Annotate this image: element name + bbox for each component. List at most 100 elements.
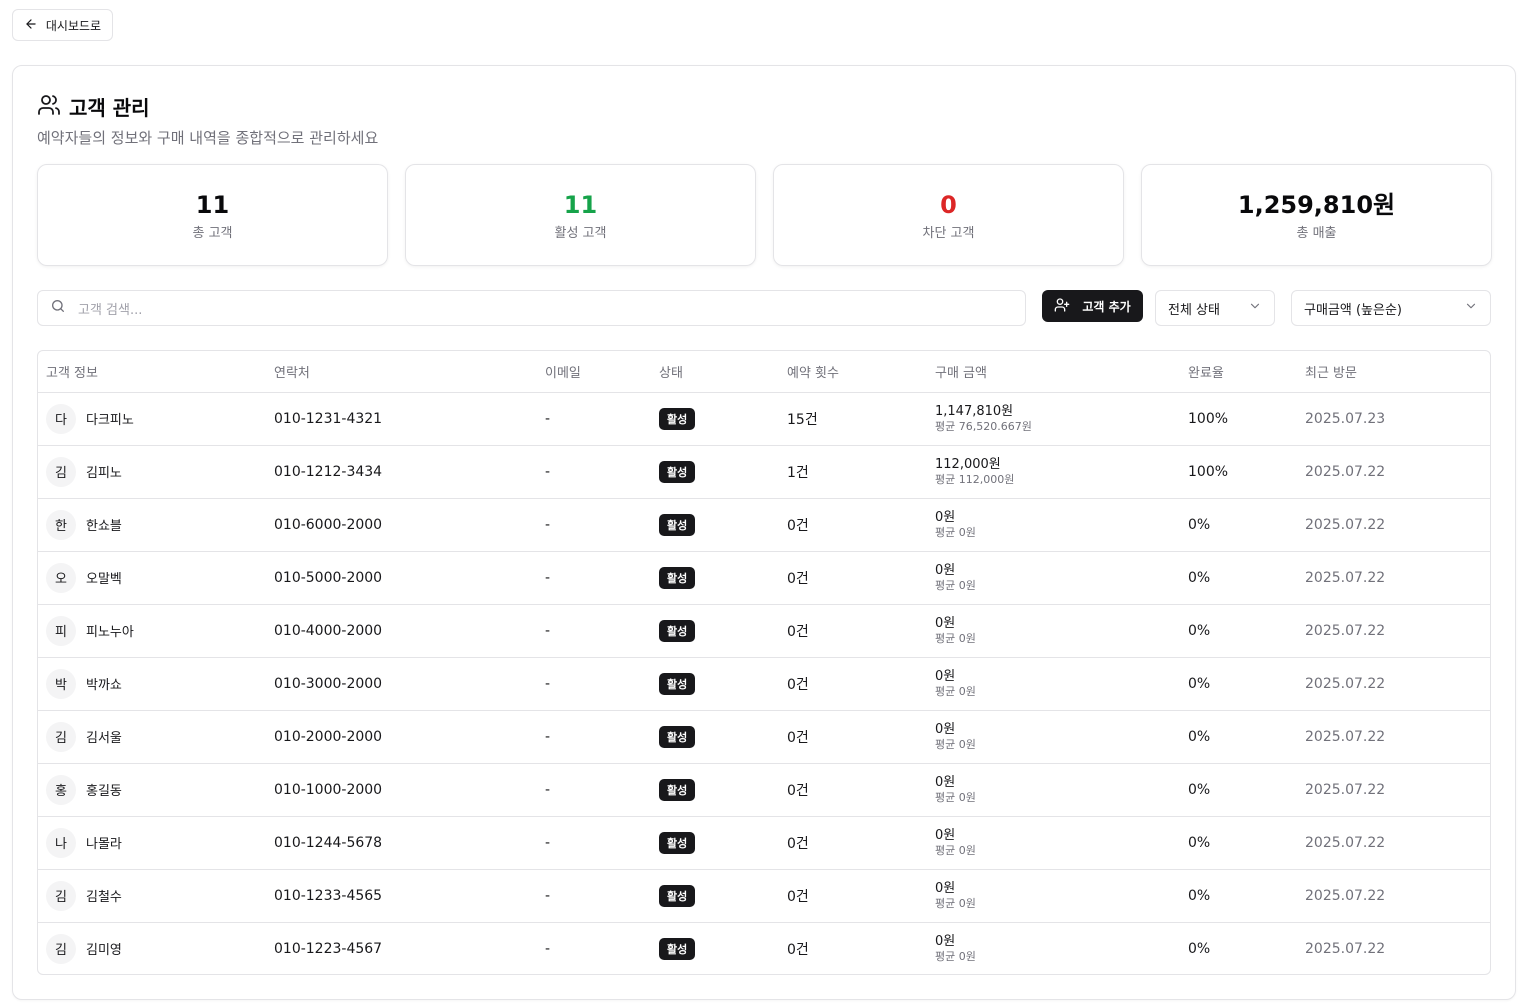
customer-info-cell: 다 다크피노 bbox=[38, 392, 266, 446]
status-filter-select[interactable]: 전체 상태 bbox=[1155, 290, 1275, 326]
customer-info-cell: 나 나몰라 bbox=[38, 816, 266, 870]
purchase-average: 평균 0원 bbox=[935, 526, 976, 539]
avatar: 오 bbox=[46, 562, 76, 593]
status-badge: 활성 bbox=[659, 513, 696, 536]
purchase-amount: 0원 bbox=[935, 828, 956, 843]
table-row[interactable]: 한 한쇼블 010-6000-2000- 활성 0건 0원 평균 0원 0% 2025.07.2… bbox=[38, 498, 1490, 552]
purchase-average: 평균 112,000원 bbox=[935, 473, 1015, 486]
last-visit-cell: 2025.07.22 bbox=[1297, 869, 1490, 923]
column-header[interactable]: 이메일 bbox=[537, 351, 651, 393]
avatar: 김 bbox=[46, 880, 76, 911]
purchase-amount-cell: 112,000원 평균 112,000원 bbox=[927, 445, 1180, 499]
column-header[interactable]: 최근 방문 bbox=[1297, 351, 1490, 393]
table-row[interactable]: 홍 홍길동 010-1000-2000- 활성 0건 0원 평균 0원 0% 2025.07.2… bbox=[38, 763, 1490, 817]
completion-rate-cell: 0% bbox=[1180, 763, 1297, 817]
table-row[interactable]: 김 김철수 010-1233-4565- 활성 0건 0원 평균 0원 0% 2025.07.2… bbox=[38, 869, 1490, 923]
purchase-amount-cell: 0원 평균 0원 bbox=[927, 763, 1180, 817]
column-header[interactable]: 완료율 bbox=[1180, 351, 1297, 393]
column-header[interactable]: 연락처 bbox=[266, 351, 537, 393]
table-row[interactable]: 나 나몰라 010-1244-5678- 활성 0건 0원 평균 0원 0% 2025.07.2… bbox=[38, 816, 1490, 870]
avatar: 김 bbox=[46, 933, 76, 964]
purchase-amount-cell: 0원 평균 0원 bbox=[927, 604, 1180, 658]
purchase-amount: 112,000원 bbox=[935, 457, 1001, 472]
completion-rate-cell: 100% bbox=[1180, 392, 1297, 446]
search-icon bbox=[50, 298, 66, 318]
table-row[interactable]: 김 김피노 010-1212-3434- 활성 1건 112,000원 평균 112,000… bbox=[38, 445, 1490, 499]
status-badge: 활성 bbox=[659, 619, 696, 642]
email-cell: - bbox=[537, 816, 651, 870]
purchase-average: 평균 0원 bbox=[935, 791, 976, 804]
avatar: 한 bbox=[46, 509, 76, 540]
purchase-amount: 0원 bbox=[935, 669, 956, 684]
status-cell: 활성 bbox=[651, 551, 779, 605]
email-cell: - bbox=[537, 869, 651, 923]
table-row[interactable]: 김 김미영 010-1223-4567 - 활성 0건 0원 평균 0원 0% 2025.07.2… bbox=[38, 922, 1490, 974]
column-header[interactable]: 구매 금액 bbox=[927, 351, 1180, 393]
table-row[interactable]: 오 오말벡 010-5000-2000- 활성 0건 0원 평균 0원 0% 2025.07.2… bbox=[38, 551, 1490, 605]
avatar: 피 bbox=[46, 615, 76, 646]
purchase-amount-cell: 1,147,810원 평균 76,520.667원 bbox=[927, 392, 1180, 446]
phone-cell: 010-1231-4321 bbox=[266, 392, 537, 446]
add-customer-button[interactable]: 고객 추가 bbox=[1042, 290, 1143, 322]
table-row[interactable]: 피 피노누아 010-4000-2000- 활성 0건 0원 평균 0원 0% 2025.07.… bbox=[38, 604, 1490, 658]
sort-select[interactable]: 구매금액 (높은순) bbox=[1291, 290, 1491, 326]
stat-label: 총 매출 bbox=[1296, 225, 1337, 241]
table-row[interactable]: 김 김서울 010-2000-2000- 활성 0건 0원 평균 0원 0% 2025.07.2… bbox=[38, 710, 1490, 764]
last-visit-cell: 2025.07.22 bbox=[1297, 710, 1490, 764]
reservation-count-cell: 0건 bbox=[787, 941, 809, 958]
table-header-row: 고객 정보 연락처 이메일 상태 예약 횟수 구매 금액 완료율 최근 방문 bbox=[38, 351, 1490, 393]
status-badge: 활성 bbox=[659, 672, 696, 695]
column-header[interactable]: 상태 bbox=[651, 351, 779, 393]
table-row[interactable]: 박 박까쇼 010-3000-2000- 활성 0건 0원 평균 0원 0% 2025.07.2… bbox=[38, 657, 1490, 711]
reservation-count-cell: 0건 bbox=[779, 816, 927, 870]
customer-info-cell: 피 피노누아 bbox=[38, 604, 266, 658]
phone-cell: 010-4000-2000 bbox=[266, 604, 537, 658]
email-cell: - bbox=[537, 498, 651, 552]
purchase-amount-cell: 0원 평균 0원 bbox=[927, 816, 1180, 870]
toolbar: 고객 검색... 고객 추가 전체 상태 구매금액 (높은순) bbox=[37, 290, 1491, 326]
column-header[interactable]: 고객 정보 bbox=[38, 351, 266, 393]
reservation-count-cell: 0건 bbox=[779, 763, 927, 817]
last-visit-cell: 2025.07.22 bbox=[1297, 551, 1490, 605]
status-badge: 활성 bbox=[659, 725, 696, 748]
table-row[interactable]: 다 다크피노 010-1231-4321- 활성 15건 1,147,810원 평균 76,… bbox=[38, 392, 1490, 446]
reservation-count-cell: 15건 bbox=[779, 392, 927, 446]
email-cell: - bbox=[537, 657, 651, 711]
reservation-count-cell: 0건 bbox=[779, 551, 927, 605]
status-cell: 활성 bbox=[651, 763, 779, 817]
status-cell: 활성 bbox=[651, 392, 779, 446]
purchase-amount: 0원 bbox=[935, 616, 956, 631]
email-cell: - bbox=[537, 551, 651, 605]
purchase-average: 평균 0원 bbox=[935, 844, 976, 857]
search-placeholder: 고객 검색... bbox=[78, 302, 143, 318]
avatar: 다 bbox=[46, 403, 76, 434]
status-badge: 활성 bbox=[659, 460, 696, 483]
user-plus-icon bbox=[1054, 297, 1070, 316]
reservation-count-cell: 1건 bbox=[779, 445, 927, 499]
purchase-average: 평균 76,520.667원 bbox=[935, 420, 1032, 433]
stat-value: 1,259,810원 bbox=[1237, 190, 1396, 219]
search-input[interactable]: 고객 검색... bbox=[37, 290, 1026, 326]
customer-info-cell: 오 오말벡 bbox=[38, 551, 266, 605]
completion-rate-cell: 0% bbox=[1180, 498, 1297, 552]
completion-rate-cell: 0% bbox=[1180, 869, 1297, 923]
avatar: 김 bbox=[46, 721, 76, 752]
email-cell: - bbox=[537, 763, 651, 817]
purchase-average: 평균 0원 bbox=[935, 632, 976, 645]
avatar: 박 bbox=[46, 668, 76, 699]
customer-name: 나몰라 bbox=[86, 837, 122, 852]
purchase-average: 평균 0원 bbox=[935, 897, 976, 910]
customer-name: 다크피노 bbox=[86, 413, 134, 428]
customer-name: 한쇼블 bbox=[86, 519, 122, 534]
purchase-amount-cell: 0원 평균 0원 bbox=[927, 710, 1180, 764]
status-cell: 활성 bbox=[651, 604, 779, 658]
column-header[interactable]: 예약 횟수 bbox=[779, 351, 927, 393]
page-title: 고객 관리 bbox=[69, 96, 150, 120]
purchase-amount: 0원 bbox=[935, 775, 956, 790]
phone-cell: 010-2000-2000 bbox=[266, 710, 537, 764]
status-filter-value: 전체 상태 bbox=[1168, 302, 1220, 318]
back-to-dashboard-button[interactable]: 대시보드로 bbox=[12, 9, 113, 41]
reservation-count-cell: 0건 bbox=[779, 869, 927, 923]
customer-info-cell: 한 한쇼블 bbox=[38, 498, 266, 552]
purchase-amount-cell: 0원 평균 0원 bbox=[927, 551, 1180, 605]
